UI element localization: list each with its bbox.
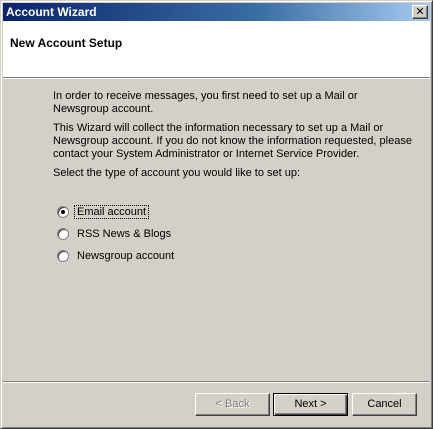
close-button[interactable]: ✕ [412,5,428,19]
radio-button[interactable] [57,250,69,262]
close-icon: ✕ [415,5,425,18]
next-button[interactable]: Next > [273,393,348,416]
account-wizard-window: Account Wizard ✕ New Account Setup In or… [0,0,433,429]
intro-text: In order to receive messages, you first … [53,90,358,115]
footer-divider [3,381,430,383]
wizard-content: In order to receive messages, you first … [53,90,413,186]
window-title: Account Wizard [6,5,97,19]
title-bar[interactable]: Account Wizard ✕ [3,3,430,21]
radio-button-checked[interactable] [57,206,69,218]
page-title: New Account Setup [10,36,123,50]
radio-label[interactable]: Newsgroup account [75,250,176,262]
select-prompt: Select the type of account you would lik… [53,167,301,179]
radio-email-account[interactable]: Email account [57,201,176,223]
radio-newsgroup-account[interactable]: Newsgroup account [57,245,176,267]
account-type-group: Email account RSS News & Blogs Newsgroup… [57,201,176,267]
header-divider [3,77,430,79]
info-text: This Wizard will collect the information… [53,122,412,160]
header-panel: New Account Setup [3,21,430,77]
radio-button[interactable] [57,228,69,240]
cancel-button[interactable]: Cancel [352,393,417,416]
radio-label[interactable]: Email account [73,205,150,219]
radio-rss-news-blogs[interactable]: RSS News & Blogs [57,223,176,245]
radio-label[interactable]: RSS News & Blogs [75,228,173,240]
back-button[interactable]: < Back [195,393,270,416]
